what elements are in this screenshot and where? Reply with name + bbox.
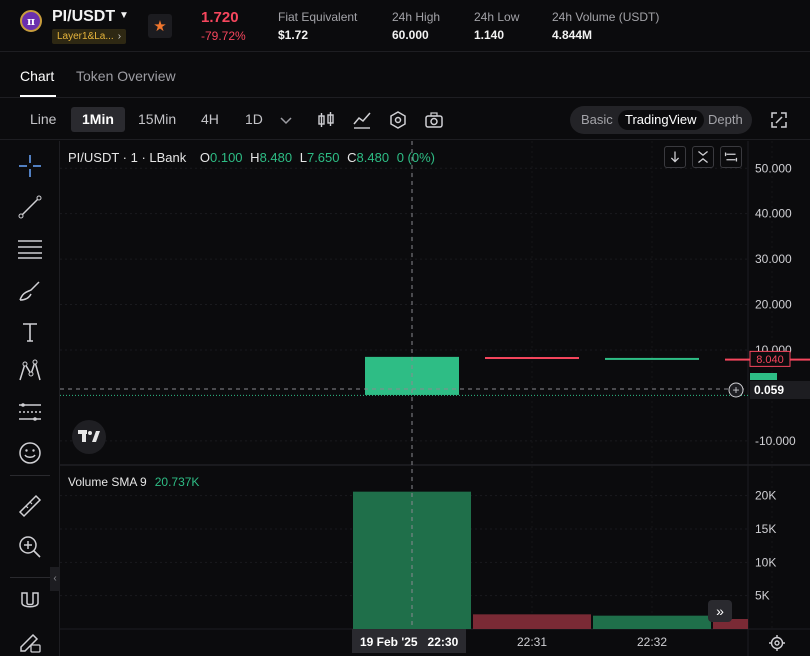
price-tick-label: -10.000	[755, 434, 796, 448]
caret-down-icon[interactable]: ▼	[119, 10, 129, 21]
volume-bar	[473, 614, 591, 629]
ticker-header: π PI/USDT ▼ Layer1&La... › ★ 1.720 -79.72…	[0, 0, 810, 52]
candlestick-icon[interactable]	[316, 110, 336, 130]
chevron-down-icon[interactable]	[276, 110, 296, 130]
high-key: H	[250, 150, 260, 165]
magnet-icon[interactable]	[17, 589, 43, 615]
symbol-title: PI/USDT · 1 · LBank	[68, 150, 187, 165]
lock-drawing-icon[interactable]	[17, 629, 43, 655]
chart-legend: PI/USDT · 1 · LBank O0.100 H8.480 L7.650…	[68, 150, 435, 165]
candle-body	[485, 357, 579, 360]
ruler-icon[interactable]	[17, 493, 43, 519]
view-basic[interactable]: Basic	[574, 110, 620, 130]
stat-value-low: 1.140	[474, 28, 505, 42]
price-change-percent: -79.72%	[201, 29, 246, 43]
stat-label-volume: 24h Volume (USDT)	[552, 10, 660, 24]
time-tick-label: 22:31	[517, 635, 547, 649]
price-tick-label: 50.000	[755, 161, 792, 175]
horizontal-lines-icon[interactable]	[17, 235, 43, 261]
favorite-star-icon[interactable]: ★	[148, 14, 172, 38]
timeframe-1min[interactable]: 1Min	[71, 107, 125, 132]
low-value: 7.650	[306, 150, 340, 165]
volume-tick-label: 10K	[755, 555, 776, 569]
brush-icon[interactable]	[17, 278, 43, 304]
category-tag[interactable]: Layer1&La... ›	[52, 29, 127, 44]
stat-value-fiat: $1.72	[278, 28, 309, 42]
view-tabs: Chart Token Overview	[0, 60, 810, 98]
arrow-down-icon[interactable]	[664, 146, 686, 168]
legend-ohlc: O0.100 H8.480 L7.650 C8.480 0 (0%)	[200, 150, 435, 165]
volume-tick-label: 20K	[755, 489, 776, 503]
trend-line-icon[interactable]	[17, 194, 43, 220]
pair-selector[interactable]: PI/USDT	[52, 8, 115, 26]
timeframe-1d[interactable]: 1D	[234, 107, 274, 132]
low-key: L	[299, 150, 307, 165]
price-axis: 50.00040.00030.00020.00010.000-10.000	[755, 161, 796, 448]
indicators-icon[interactable]	[352, 110, 372, 130]
stat-label-high: 24h High	[392, 10, 441, 24]
tab-chart[interactable]: Chart	[20, 68, 54, 84]
volume-bar	[593, 615, 711, 629]
current-price-label: 8.040	[756, 354, 784, 366]
last-price: 1.720	[201, 9, 239, 26]
view-switch: Basic TradingView Depth	[570, 106, 752, 134]
reset-icon[interactable]	[720, 146, 742, 168]
stat-value-high: 60.000	[392, 28, 429, 42]
crosshair-price-label: 0.059	[754, 383, 784, 397]
fullscreen-icon[interactable]	[769, 110, 789, 130]
volume-tick-label: 15K	[755, 522, 776, 536]
text-tool-icon[interactable]	[17, 319, 43, 345]
view-depth[interactable]: Depth	[701, 110, 750, 130]
zoom-in-icon[interactable]	[17, 534, 43, 560]
tv-mark	[78, 430, 100, 442]
settings-hexagon-icon[interactable]	[388, 110, 408, 130]
open-value: 0.100	[210, 150, 243, 165]
stat-label-fiat: Fiat Equivalent	[278, 10, 358, 24]
view-tradingview[interactable]: TradingView	[618, 110, 704, 130]
price-tick-label: 20.000	[755, 298, 792, 312]
high-value: 8.480	[259, 150, 293, 165]
toolbar-divider	[10, 577, 50, 578]
close-value: 8.480	[356, 150, 390, 165]
pi-coin-icon: π	[20, 10, 42, 32]
close-key: C	[347, 150, 357, 165]
timeframe-15min[interactable]: 15Min	[127, 107, 187, 132]
last-price-badge	[750, 373, 777, 380]
chart-type-line[interactable]: Line	[19, 107, 67, 132]
time-tick-label: 22:32	[637, 635, 667, 649]
volume-tick-label: 5K	[755, 589, 770, 603]
stat-value-volume: 4.844M	[552, 28, 593, 42]
scroll-to-latest-button[interactable]: »	[708, 600, 732, 622]
volume-legend-value: 20.737K	[154, 475, 200, 489]
open-key: O	[199, 150, 210, 165]
volume-legend-label: Volume SMA 9	[68, 475, 147, 489]
collapse-icon[interactable]	[692, 146, 714, 168]
tab-token-overview[interactable]: Token Overview	[76, 68, 176, 84]
crosshair-icon[interactable]	[17, 153, 43, 179]
volume-legend: Volume SMA 9 20.737K	[68, 475, 199, 489]
gear-icon[interactable]	[768, 634, 786, 652]
plus-icon[interactable]: +	[732, 383, 739, 397]
emoji-icon[interactable]	[17, 440, 43, 466]
toolbar-divider	[10, 475, 50, 476]
collapse-toolbar-button[interactable]: ‹	[50, 567, 60, 591]
stat-label-low: 24h Low	[474, 10, 520, 24]
measure-lines-icon[interactable]	[17, 399, 43, 425]
time-axis: 22:31 22:32	[517, 635, 667, 649]
timeframe-4h[interactable]: 4H	[190, 107, 230, 132]
candle-body	[605, 357, 699, 360]
camera-icon[interactable]	[424, 110, 444, 130]
price-tick-label: 30.000	[755, 252, 792, 266]
change-value: 0 (0%)	[396, 150, 435, 165]
crosshair-time-label: 19 Feb '25 22:30	[360, 635, 459, 649]
pattern-icon[interactable]	[17, 358, 43, 384]
price-tick-label: 40.000	[755, 207, 792, 221]
tradingview-logo-icon[interactable]	[72, 420, 106, 454]
price-chart[interactable]: 50.00040.00030.00020.00010.000-10.000 20…	[60, 141, 810, 656]
active-tab-indicator	[20, 95, 56, 97]
volume-axis: 20K 15K 10K 5K	[755, 489, 776, 603]
